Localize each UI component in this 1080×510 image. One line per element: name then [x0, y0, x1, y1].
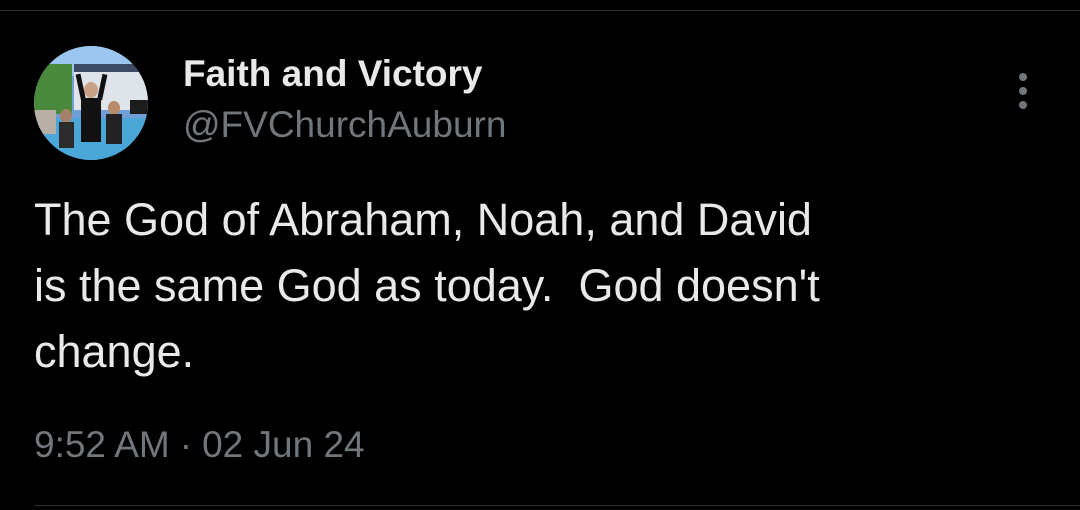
top-divider: [0, 10, 1080, 11]
bottom-divider: [34, 505, 1080, 506]
more-vertical-icon: [1019, 87, 1027, 95]
more-options-button[interactable]: [1005, 66, 1041, 116]
tweet-time[interactable]: 9:52 AM: [34, 424, 170, 465]
more-vertical-icon: [1019, 73, 1027, 81]
tweet-text-line: is the same God as today. God doesn't: [34, 260, 820, 311]
more-vertical-icon: [1019, 101, 1027, 109]
author-display-name[interactable]: Faith and Victory: [183, 52, 483, 96]
metadata-separator: ·: [179, 424, 193, 465]
tweet-text-line: change.: [34, 326, 195, 377]
tweet-metadata: 9:52 AM · 02 Jun 24: [34, 422, 365, 468]
tweet-text-line: The God of Abraham, Noah, and David: [34, 194, 812, 245]
author-handle[interactable]: @FVChurchAuburn: [183, 103, 506, 147]
avatar[interactable]: [34, 46, 148, 160]
tweet-text: The God of Abraham, Noah, and David is t…: [34, 187, 994, 385]
tweet-date[interactable]: 02 Jun 24: [202, 424, 365, 465]
avatar-image: [34, 46, 148, 160]
